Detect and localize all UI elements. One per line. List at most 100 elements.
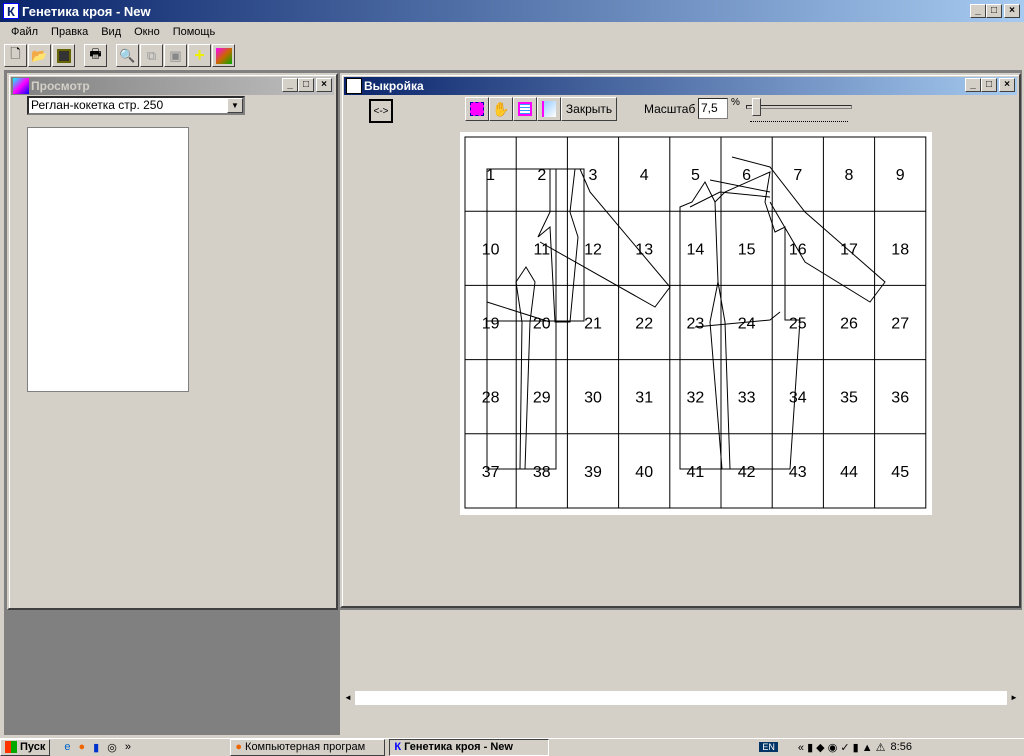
paste-button[interactable]: ▣: [164, 44, 187, 67]
quick-launch: e ● ▮ ◎ »: [50, 741, 230, 754]
nav-label: <->: [373, 105, 389, 117]
grid-cell-number: 8: [845, 167, 854, 184]
chevron-icon[interactable]: »: [125, 741, 131, 754]
task-browser[interactable]: ● Компьютерная програм: [230, 738, 386, 756]
maximize-button[interactable]: □: [986, 4, 1002, 18]
model-select[interactable]: Реглан-кокетка стр. 250 ▼: [27, 96, 245, 115]
app-titlebar: К Генетика кроя - New _ □ ×: [0, 0, 1024, 22]
page-icon: [542, 101, 556, 117]
grid-cell-number: 3: [589, 167, 598, 184]
preview-close-button[interactable]: ×: [316, 78, 332, 92]
scale-slider-track[interactable]: [746, 105, 852, 109]
people-icon: [215, 47, 232, 64]
grid-cell-number: 33: [738, 390, 756, 407]
grid-button[interactable]: [513, 97, 537, 121]
people-button[interactable]: [212, 44, 235, 67]
chevron-down-icon[interactable]: ▼: [227, 98, 243, 113]
page-button[interactable]: [537, 97, 561, 121]
menu-file[interactable]: Файл: [5, 26, 45, 38]
new-button[interactable]: 🗋: [4, 44, 27, 67]
print-button[interactable]: 🖶: [84, 44, 107, 67]
task-label: Генетика кроя - New: [404, 741, 513, 753]
nav-toggle-button[interactable]: <->: [369, 99, 393, 123]
cross-button[interactable]: +: [188, 44, 211, 67]
close-button[interactable]: ×: [1004, 4, 1020, 18]
windows-logo-icon: [5, 741, 17, 753]
pattern-maximize-button[interactable]: □: [981, 78, 997, 92]
scale-input[interactable]: 7,5: [698, 98, 728, 119]
grid-cell-number: 41: [687, 464, 705, 481]
pattern-close-button[interactable]: ×: [999, 78, 1015, 92]
app-icon-k[interactable]: ▮: [93, 741, 99, 754]
model-select-value: Реглан-кокетка стр. 250: [31, 98, 164, 112]
open-button[interactable]: 📂: [28, 44, 51, 67]
preview-titlebar: Просмотр _ □ ×: [11, 77, 334, 95]
menu-help[interactable]: Помощь: [167, 26, 223, 38]
scale-slider-thumb[interactable]: [752, 98, 761, 116]
task-genetika[interactable]: К Генетика кроя - New: [389, 738, 550, 756]
menu-view[interactable]: Вид: [95, 26, 128, 38]
grid-cell-number: 22: [635, 316, 653, 333]
grid-cell-number: 35: [840, 390, 858, 407]
grid-cell-number: 15: [738, 241, 756, 258]
scroll-left-icon[interactable]: ◄: [341, 691, 355, 705]
grid-icon: [518, 102, 532, 116]
pattern-minimize-button[interactable]: _: [965, 78, 981, 92]
tray-icons[interactable]: « ▮ ◆ ◉ ✓ ▮ ▲ ⚠: [798, 741, 886, 754]
close-pattern-button[interactable]: Закрыть: [561, 97, 617, 121]
grid-cell-number: 6: [742, 167, 751, 184]
firefox-icon[interactable]: ●: [79, 741, 86, 754]
grid-cell-number: 27: [891, 316, 909, 333]
new-icon: 🗋: [10, 45, 21, 61]
ie-icon[interactable]: e: [64, 741, 70, 754]
copy-icon: ⧉: [146, 47, 157, 63]
select-icon: [470, 102, 484, 116]
grid-cell-number: 37: [482, 464, 500, 481]
pattern-window: Выкройка _ □ × <-> ✋ Закрыть Масштаб 7,5 %…: [340, 73, 1021, 608]
grid-cell-number: 43: [789, 464, 807, 481]
preview-window: Просмотр _ □ × Реглан-кокетка стр. 250 ▼: [7, 73, 338, 610]
scale-label: Масштаб: [644, 102, 696, 116]
menu-window[interactable]: Окно: [128, 26, 167, 38]
grid-cell-number: 12: [584, 241, 602, 258]
print-icon: 🖶: [89, 45, 102, 61]
grid-cell-number: 18: [891, 241, 909, 258]
hand-icon: ✋: [492, 100, 510, 117]
save-icon: [56, 48, 71, 63]
scroll-right-icon[interactable]: ►: [1007, 691, 1021, 705]
preview-minimize-button[interactable]: _: [282, 78, 298, 92]
media-icon[interactable]: ◎: [107, 741, 117, 754]
taskbar: Пуск e ● ▮ ◎ » ● Компьютерная програм К Генети…: [0, 738, 1024, 756]
grid-cell-number: 7: [793, 167, 802, 184]
preview-icon: 🔍: [119, 47, 136, 63]
open-icon: 📂: [31, 47, 48, 63]
select-button[interactable]: [465, 97, 489, 121]
minimize-button[interactable]: _: [970, 4, 986, 18]
horizontal-scrollbar[interactable]: ◄ ►: [340, 690, 1022, 706]
task-label: Компьютерная програм: [245, 741, 366, 753]
grid-cell-number: 2: [537, 167, 546, 184]
preview-button[interactable]: 🔍: [116, 44, 139, 67]
grid-cell-number: 5: [691, 167, 700, 184]
slider-focus: [750, 121, 848, 122]
grid-cell-number: 40: [635, 464, 653, 481]
language-indicator[interactable]: EN: [759, 742, 778, 752]
grid-cell-number: 36: [891, 390, 909, 407]
hand-button[interactable]: ✋: [489, 97, 513, 121]
preview-maximize-button[interactable]: □: [298, 78, 314, 92]
grid-cell-number: 31: [635, 390, 653, 407]
grid-cell-number: 45: [891, 464, 909, 481]
close-pattern-label: Закрыть: [565, 102, 613, 116]
percent-label: %: [731, 97, 740, 108]
grid-cell-number: 20: [533, 316, 551, 333]
grid-cell-number: 24: [738, 316, 756, 333]
pattern-title: Выкройка: [364, 79, 424, 93]
start-button[interactable]: Пуск: [0, 738, 51, 756]
grid-cell-number: 25: [789, 316, 807, 333]
menu-edit[interactable]: Правка: [45, 26, 95, 38]
save-button[interactable]: [52, 44, 75, 67]
clock: 8:56: [890, 741, 912, 753]
grid-cell-number: 19: [482, 316, 500, 333]
grid-cell-number: 28: [482, 390, 500, 407]
copy-button[interactable]: ⧉: [140, 44, 163, 67]
